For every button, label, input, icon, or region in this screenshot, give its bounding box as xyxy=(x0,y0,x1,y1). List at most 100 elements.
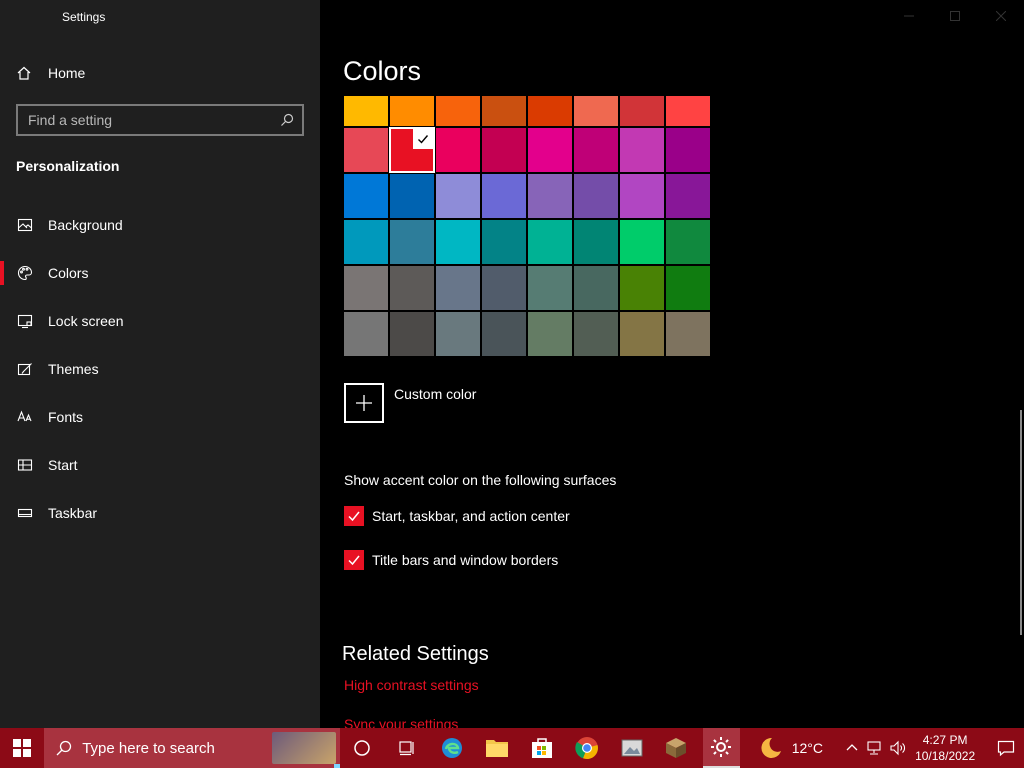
custom-color-button[interactable]: Custom color xyxy=(344,383,476,423)
sidebar-item-start[interactable]: Start xyxy=(0,441,320,489)
color-swatch[interactable] xyxy=(527,95,573,127)
related-settings-title: Related Settings xyxy=(342,643,489,665)
sidebar-item-themes[interactable]: Themes xyxy=(0,345,320,393)
color-swatch[interactable] xyxy=(665,219,711,265)
sidebar: Settings Home Personalization Background… xyxy=(0,0,320,728)
home-nav-button[interactable]: Home xyxy=(16,60,85,86)
color-swatch[interactable] xyxy=(435,265,481,311)
color-swatch[interactable] xyxy=(619,311,665,357)
color-swatch[interactable] xyxy=(665,173,711,219)
chevron-up-icon[interactable] xyxy=(845,741,859,755)
cortana-button[interactable] xyxy=(344,728,381,768)
color-swatch[interactable] xyxy=(527,311,573,357)
volume-icon[interactable] xyxy=(889,740,907,756)
sync-settings-link[interactable]: Sync your settings xyxy=(344,716,458,728)
color-swatch[interactable] xyxy=(573,127,619,173)
clock[interactable]: 4:27 PM 10/18/2022 xyxy=(911,732,979,764)
search-icon xyxy=(56,740,72,756)
color-swatch[interactable] xyxy=(665,311,711,357)
color-swatch[interactable] xyxy=(481,173,527,219)
sidebar-item-lock-screen[interactable]: Lock screen xyxy=(0,297,320,345)
start-taskbar-checkbox[interactable] xyxy=(344,506,364,526)
file-explorer-button[interactable] xyxy=(479,728,516,768)
color-swatch[interactable] xyxy=(435,219,481,265)
sidebar-item-background[interactable]: Background xyxy=(0,201,320,249)
color-swatch[interactable] xyxy=(343,265,389,311)
color-swatch[interactable] xyxy=(665,95,711,127)
settings-app-button[interactable] xyxy=(702,728,740,768)
sidebar-item-fonts[interactable]: Fonts xyxy=(0,393,320,441)
color-swatch[interactable] xyxy=(343,127,389,173)
color-swatch[interactable] xyxy=(389,219,435,265)
title-bars-checkbox[interactable] xyxy=(344,550,364,570)
color-swatch[interactable] xyxy=(435,127,481,173)
store-app-button[interactable] xyxy=(523,728,560,768)
color-swatch[interactable] xyxy=(435,173,481,219)
search-icon[interactable] xyxy=(280,113,294,127)
color-swatch[interactable] xyxy=(619,127,665,173)
color-swatch[interactable] xyxy=(573,95,619,127)
taskbar-search-box[interactable]: Type here to search xyxy=(44,728,340,768)
color-swatch[interactable] xyxy=(619,173,665,219)
color-swatch[interactable] xyxy=(665,127,711,173)
app-title: Settings xyxy=(62,10,106,24)
color-swatch[interactable] xyxy=(527,219,573,265)
moon-icon xyxy=(761,737,781,758)
color-swatch[interactable] xyxy=(389,127,435,173)
photos-app-button[interactable] xyxy=(613,728,650,768)
color-swatch[interactable] xyxy=(573,173,619,219)
color-swatch[interactable] xyxy=(527,127,573,173)
minecraft-app-button[interactable] xyxy=(658,728,695,768)
plus-icon xyxy=(356,395,372,411)
scrollbar-thumb[interactable] xyxy=(1020,410,1022,635)
weather-widget[interactable]: 12°C xyxy=(758,735,823,761)
title-bars-checkbox-row[interactable]: Title bars and window borders xyxy=(344,550,558,570)
edge-app-button[interactable] xyxy=(434,728,471,768)
start-taskbar-checkbox-row[interactable]: Start, taskbar, and action center xyxy=(344,506,570,526)
color-swatch[interactable] xyxy=(481,265,527,311)
notification-center-button[interactable] xyxy=(987,728,1024,768)
color-swatch[interactable] xyxy=(343,311,389,357)
color-swatch[interactable] xyxy=(619,219,665,265)
maximize-button[interactable] xyxy=(932,0,978,32)
color-swatch[interactable] xyxy=(389,95,435,127)
sidebar-item-label: Themes xyxy=(48,361,99,377)
color-swatch[interactable] xyxy=(389,265,435,311)
color-swatch[interactable] xyxy=(343,95,389,127)
color-swatch[interactable] xyxy=(527,265,573,311)
color-swatch[interactable] xyxy=(619,265,665,311)
color-swatch[interactable] xyxy=(527,173,573,219)
close-button[interactable] xyxy=(978,0,1024,32)
high-contrast-settings-link[interactable]: High contrast settings xyxy=(344,677,479,693)
color-swatch[interactable] xyxy=(573,311,619,357)
minimize-button[interactable] xyxy=(886,0,932,32)
color-swatch[interactable] xyxy=(481,95,527,127)
color-swatch[interactable] xyxy=(435,311,481,357)
color-swatch[interactable] xyxy=(389,173,435,219)
minimize-icon xyxy=(904,15,914,17)
find-setting-input[interactable] xyxy=(28,112,280,128)
color-swatch[interactable] xyxy=(389,311,435,357)
chrome-app-button[interactable] xyxy=(568,728,605,768)
color-swatch[interactable] xyxy=(481,127,527,173)
start-button[interactable] xyxy=(0,728,44,768)
main-content: Colors Custom color Show accent color on… xyxy=(320,0,1024,728)
color-swatch[interactable] xyxy=(343,219,389,265)
color-swatch[interactable] xyxy=(481,219,527,265)
sidebar-item-taskbar[interactable]: Taskbar xyxy=(0,489,320,537)
search-highlight-bar xyxy=(334,764,340,768)
sidebar-item-colors[interactable]: Colors xyxy=(0,249,320,297)
color-swatch[interactable] xyxy=(573,265,619,311)
task-view-button[interactable] xyxy=(389,728,426,768)
network-icon[interactable] xyxy=(865,740,883,756)
color-swatch[interactable] xyxy=(481,311,527,357)
find-setting-search-box[interactable] xyxy=(16,104,304,136)
color-swatch[interactable] xyxy=(573,219,619,265)
plus-icon-box[interactable] xyxy=(344,383,384,423)
nav-list: Background Colors Lock screen Themes Fon… xyxy=(0,201,320,537)
color-swatch[interactable] xyxy=(619,95,665,127)
palette-icon xyxy=(17,265,33,281)
color-swatch[interactable] xyxy=(343,173,389,219)
color-swatch[interactable] xyxy=(665,265,711,311)
color-swatch[interactable] xyxy=(435,95,481,127)
